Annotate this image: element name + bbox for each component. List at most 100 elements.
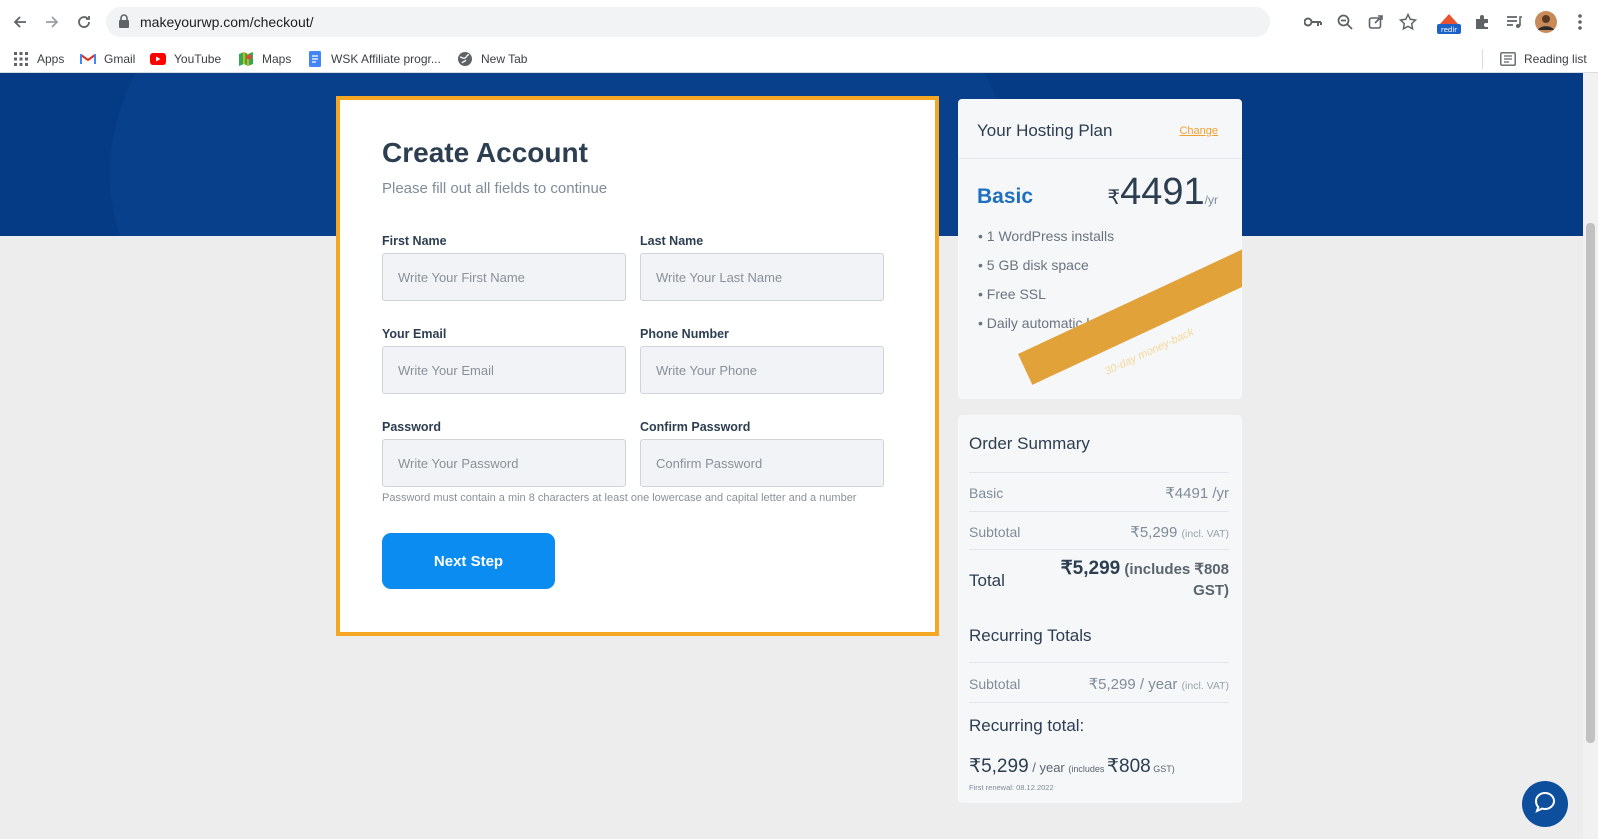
gmail-icon (80, 51, 96, 67)
page-scrollbar[interactable] (1583, 73, 1598, 839)
bookmark-wsk-affiliate[interactable]: WSK Affiliate progr... (307, 50, 441, 68)
reload-icon[interactable] (72, 10, 96, 34)
order-total-note: (includes ₹808 GST) (1124, 561, 1229, 599)
bookmark-star-icon[interactable] (1398, 12, 1418, 32)
order-row-total: Total ₹5,299 (includes ₹808 GST) (969, 549, 1229, 607)
plan-feature: • 1 WordPress installs (978, 228, 1115, 244)
recurring-total-label: Recurring total: (969, 716, 1085, 735)
recurring-total-value: ₹5,299 / year (includes ₹808 GST) (969, 755, 1175, 778)
page-viewport: Create Account Please fill out all field… (0, 73, 1598, 839)
recurring-subtotal-amount: ₹5,299 / year (1088, 676, 1178, 693)
email-input[interactable] (382, 346, 626, 394)
kebab-menu-icon[interactable] (1570, 12, 1590, 32)
plan-name: Basic (977, 185, 1034, 208)
bookmark-label: New Tab (481, 52, 528, 66)
plan-period: /yr (1204, 193, 1218, 207)
plan-header: Your Hosting Plan Change (958, 99, 1242, 159)
recurring-total-unit: / year (1028, 760, 1069, 775)
phone-label: Phone Number (640, 327, 729, 341)
next-step-button[interactable]: Next Step (382, 533, 555, 589)
order-subtotal-note: (incl. VAT) (1181, 528, 1229, 540)
bookmark-gmail[interactable]: Gmail (80, 50, 135, 68)
order-summary-card: Order Summary Basic ₹4491 /yr Subtotal ₹… (958, 415, 1242, 803)
order-subtotal-value: ₹5,299 (incl. VAT) (1130, 523, 1229, 541)
order-total-amount: ₹5,299 (1060, 558, 1121, 579)
bookmarks-divider (1482, 49, 1483, 69)
media-queue-icon[interactable] (1504, 12, 1524, 32)
address-bar[interactable]: makeyourwp.com/checkout/ (106, 7, 1270, 37)
create-account-card: Create Account Please fill out all field… (336, 96, 939, 636)
bookmark-label: WSK Affiliate progr... (331, 52, 441, 66)
reading-list-label: Reading list (1524, 52, 1587, 66)
reading-list-button[interactable]: Reading list (1500, 50, 1587, 68)
youtube-icon (150, 51, 166, 67)
plan-heading: Your Hosting Plan (977, 121, 1113, 140)
bookmark-youtube[interactable]: YouTube (150, 50, 221, 68)
bookmark-label: Gmail (104, 52, 136, 66)
recurring-row-subtotal: Subtotal ₹5,299 / year (incl. VAT) (969, 662, 1229, 702)
chat-bubble-icon (1533, 790, 1557, 819)
bookmark-maps[interactable]: Maps (238, 50, 291, 68)
password-input[interactable] (382, 439, 626, 487)
bookmark-apps[interactable]: Apps (13, 50, 64, 68)
order-total-value: ₹5,299 (includes ₹808 GST) (1039, 558, 1229, 601)
phone-input[interactable] (640, 346, 884, 394)
email-label: Your Email (382, 327, 447, 341)
recurring-totals-heading: Recurring Totals (969, 626, 1092, 645)
last-name-label: Last Name (640, 234, 704, 248)
bookmark-new-tab[interactable]: New Tab (457, 50, 527, 68)
bookmark-label: Apps (37, 52, 65, 66)
recurring-total-row: Recurring total: (969, 702, 1229, 742)
extensions-puzzle-icon[interactable] (1472, 12, 1492, 32)
scrollbar-thumb[interactable] (1586, 223, 1595, 743)
recurring-total-amount: ₹5,299 (969, 756, 1029, 777)
chat-launcher-button[interactable] (1522, 781, 1568, 827)
globe-icon (457, 51, 473, 67)
profile-avatar[interactable] (1534, 10, 1558, 34)
lock-icon (118, 14, 130, 33)
maps-icon (238, 51, 254, 67)
reading-list-icon (1500, 51, 1516, 67)
order-total-label: Total (969, 571, 1005, 590)
confirm-password-input[interactable] (640, 439, 884, 487)
plan-feature: • 5 GB disk space (978, 257, 1089, 273)
bookmarks-bar: Apps Gmail YouTube Maps WSK Affiliate pr… (0, 44, 1598, 73)
order-basic-label: Basic (969, 485, 1004, 501)
form-subtitle: Please fill out all fields to continue (382, 180, 608, 197)
url-text: makeyourwp.com/checkout/ (140, 14, 314, 30)
bookmark-label: Maps (262, 52, 292, 66)
order-subtotal-amount: ₹5,299 (1130, 524, 1178, 541)
change-plan-link[interactable]: Change (1179, 125, 1218, 137)
plan-currency: ₹ (1107, 187, 1121, 209)
bookmark-label: YouTube (174, 52, 222, 66)
recurring-subtotal-value: ₹5,299 / year (incl. VAT) (1089, 675, 1229, 693)
docs-icon (307, 51, 323, 67)
first-renewal-text: First renewal: 08.12.2022 (969, 783, 1054, 792)
redir-badge-text: redir (1441, 26, 1457, 34)
recurring-totals-section: Recurring Totals (969, 607, 1229, 662)
back-icon[interactable] (8, 10, 32, 34)
order-subtotal-label: Subtotal (969, 524, 1021, 540)
redir-extension-icon[interactable]: redir (1436, 10, 1462, 34)
first-name-label: First Name (382, 234, 447, 248)
apps-grid-icon (13, 51, 29, 67)
order-basic-value: ₹4491 /yr (1165, 485, 1229, 502)
form-title: Create Account (382, 137, 588, 168)
recurring-gst-amount: ₹808 (1106, 756, 1151, 777)
order-row-basic: Basic ₹4491 /yr (969, 472, 1229, 511)
key-icon[interactable] (1303, 12, 1323, 32)
password-hint: Password must contain a min 8 characters… (382, 492, 857, 504)
forward-icon[interactable] (40, 10, 64, 34)
recurring-includes: (includes (1068, 764, 1107, 774)
hosting-plan-card: Your Hosting Plan Change Basic ₹4491/yr … (958, 99, 1242, 399)
share-icon[interactable] (1366, 12, 1386, 32)
plan-price-value: 4491 (1120, 171, 1205, 213)
order-summary-heading: Order Summary (969, 434, 1090, 453)
plan-price: ₹4491/yr (1107, 171, 1218, 214)
first-name-input[interactable] (382, 253, 626, 301)
zoom-icon[interactable] (1335, 12, 1355, 32)
recurring-subtotal-note: (incl. VAT) (1181, 680, 1229, 692)
last-name-input[interactable] (640, 253, 884, 301)
recurring-subtotal-label: Subtotal (969, 676, 1021, 692)
browser-toolbar: makeyourwp.com/checkout/ redir (0, 0, 1598, 44)
